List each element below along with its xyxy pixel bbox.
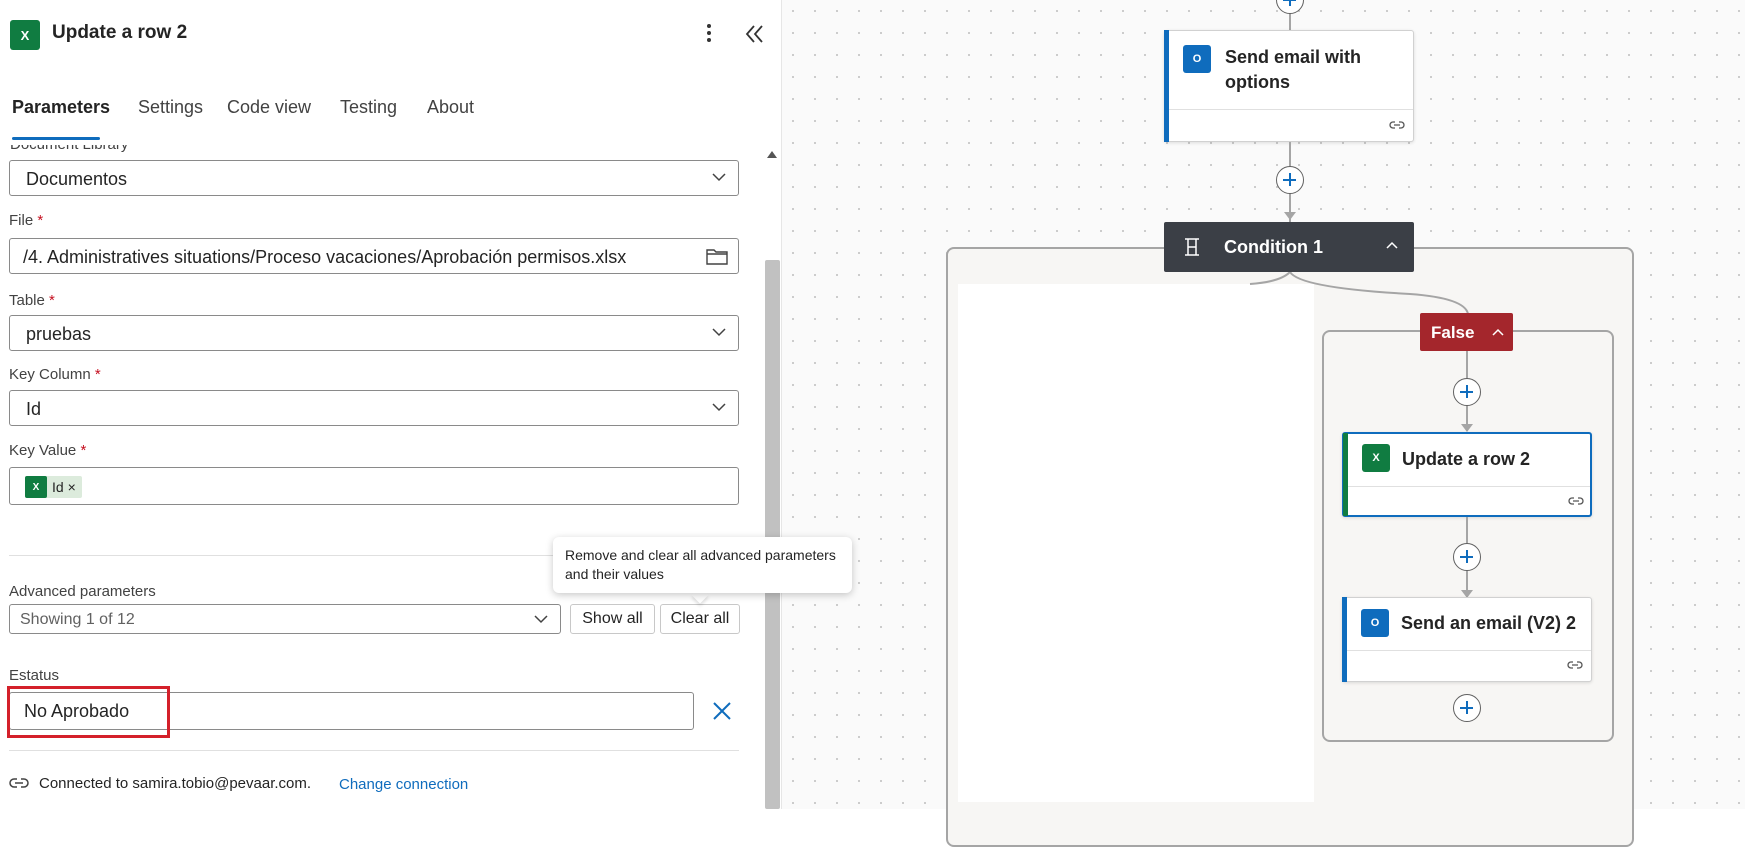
advanced-parameters-label: Advanced parameters bbox=[9, 583, 156, 600]
file-path-value: /4. Administratives situations/Proceso v… bbox=[23, 247, 627, 267]
panel-scrollbar[interactable] bbox=[764, 145, 781, 809]
key-column-value: Id bbox=[26, 399, 42, 419]
connection-status: Connected to samira.tobio@pevaar.com. bbox=[39, 775, 312, 792]
required-marker: * bbox=[94, 366, 101, 383]
clear-all-button[interactable]: Clear all bbox=[660, 604, 740, 634]
chevron-up-icon[interactable] bbox=[1492, 328, 1504, 337]
change-connection-link[interactable]: Change connection bbox=[339, 776, 468, 793]
scroll-up-arrow-icon[interactable] bbox=[767, 151, 777, 158]
key-value-label-text: Key Value bbox=[9, 442, 77, 459]
advanced-parameters-value: Showing 1 of 12 bbox=[20, 611, 135, 628]
tab-code-view[interactable]: Code view bbox=[227, 97, 311, 118]
required-marker: * bbox=[80, 442, 87, 459]
chevron-down-icon bbox=[534, 615, 548, 624]
link-icon bbox=[9, 778, 29, 788]
more-options-button[interactable] bbox=[697, 18, 721, 48]
connector-arrow-icon bbox=[1284, 212, 1296, 220]
link-icon bbox=[1389, 121, 1405, 129]
collapse-panel-icon[interactable] bbox=[743, 20, 767, 48]
condition-icon bbox=[1185, 238, 1199, 256]
dot-icon bbox=[707, 31, 711, 35]
remove-parameter-icon[interactable] bbox=[711, 700, 733, 722]
file-label-text: File bbox=[9, 212, 34, 229]
token-label: Id bbox=[52, 479, 64, 495]
excel-icon: X bbox=[25, 476, 47, 498]
show-all-button[interactable]: Show all bbox=[570, 604, 655, 634]
table-label: Table * bbox=[9, 292, 55, 309]
card-title: Send email with options bbox=[1225, 47, 1362, 92]
estatus-label: Estatus bbox=[9, 667, 60, 684]
document-library-value: Documentos bbox=[26, 169, 128, 189]
chevron-down-icon bbox=[712, 328, 726, 337]
document-library-dropdown[interactable]: Documentos bbox=[9, 160, 739, 196]
chevron-up-icon[interactable] bbox=[1386, 241, 1398, 250]
link-icon bbox=[1567, 661, 1583, 669]
send-email-with-options-card[interactable]: O Send email with options bbox=[1164, 30, 1414, 142]
card-title: Send an email (V2) 2 bbox=[1401, 613, 1577, 633]
outlook-icon: O bbox=[1361, 609, 1389, 637]
dot-icon bbox=[707, 38, 711, 42]
false-branch-label: False bbox=[1431, 323, 1475, 342]
folder-icon[interactable] bbox=[706, 247, 728, 265]
card-title: Update a row 2 bbox=[1402, 449, 1531, 469]
condition-title: Condition 1 bbox=[1224, 237, 1323, 257]
document-library-label: Document Library bbox=[10, 145, 128, 153]
send-an-email-v2-2-card[interactable]: O Send an email (V2) 2 bbox=[1342, 597, 1592, 682]
tab-about[interactable]: About bbox=[427, 97, 474, 118]
scrollbar-thumb[interactable] bbox=[765, 260, 780, 809]
condition-1-card[interactable]: Condition 1 bbox=[1164, 222, 1414, 272]
panel-title: Update a row 2 bbox=[52, 22, 188, 43]
advanced-parameters-dropdown[interactable]: Showing 1 of 12 bbox=[9, 604, 561, 634]
add-step-button[interactable] bbox=[1453, 543, 1481, 571]
key-value-field[interactable]: X Id × bbox=[9, 467, 739, 505]
table-value: pruebas bbox=[26, 324, 92, 344]
key-value-label: Key Value * bbox=[9, 442, 86, 459]
file-label: File * bbox=[9, 212, 43, 229]
highlight-annotation-box bbox=[7, 686, 170, 738]
dynamic-content-token[interactable]: X Id × bbox=[25, 476, 82, 498]
excel-icon: X bbox=[10, 20, 40, 50]
card-accent-bar bbox=[1343, 433, 1348, 516]
required-marker: * bbox=[37, 212, 44, 229]
excel-icon: X bbox=[1362, 444, 1390, 472]
tab-testing[interactable]: Testing bbox=[340, 97, 397, 118]
table-dropdown[interactable]: pruebas bbox=[9, 315, 739, 351]
card-accent-bar bbox=[1342, 597, 1347, 682]
action-details-panel: X Update a row 2 Parameters Settings Cod… bbox=[0, 0, 782, 809]
update-a-row-2-card[interactable]: X Update a row 2 bbox=[1342, 432, 1592, 517]
link-icon bbox=[1568, 497, 1584, 505]
key-column-label: Key Column * bbox=[9, 366, 101, 383]
tab-settings[interactable]: Settings bbox=[138, 97, 203, 118]
key-column-dropdown[interactable]: Id bbox=[9, 390, 739, 426]
false-branch-header[interactable]: False bbox=[1420, 313, 1513, 351]
true-branch-area bbox=[958, 284, 1314, 802]
clear-all-tooltip: Remove and clear all advanced parameters… bbox=[553, 537, 852, 593]
remove-token-icon[interactable]: × bbox=[64, 479, 76, 495]
required-marker: * bbox=[49, 292, 55, 309]
tab-bar: Parameters Settings Code view Testing Ab… bbox=[0, 97, 781, 142]
card-divider bbox=[1169, 109, 1413, 110]
divider bbox=[9, 750, 739, 751]
key-column-label-text: Key Column bbox=[9, 366, 91, 383]
file-path-field[interactable]: /4. Administratives situations/Proceso v… bbox=[9, 238, 739, 274]
chevron-down-icon bbox=[712, 403, 726, 412]
outlook-icon: O bbox=[1183, 45, 1211, 73]
chevron-down-icon bbox=[712, 173, 726, 182]
add-step-button[interactable] bbox=[1453, 378, 1481, 406]
card-divider bbox=[1347, 650, 1591, 651]
connector-arrow-icon bbox=[1461, 424, 1473, 432]
table-label-text: Table bbox=[9, 292, 45, 309]
tab-parameters[interactable]: Parameters bbox=[12, 97, 110, 118]
add-step-button[interactable] bbox=[1453, 694, 1481, 722]
dot-icon bbox=[707, 24, 711, 28]
card-divider bbox=[1348, 486, 1590, 487]
active-tab-indicator bbox=[12, 137, 100, 140]
parameters-scroll-area[interactable]: Document Library Documentos File * /4. A… bbox=[0, 145, 763, 809]
card-accent-bar bbox=[1164, 30, 1169, 142]
add-step-button[interactable] bbox=[1276, 166, 1304, 194]
